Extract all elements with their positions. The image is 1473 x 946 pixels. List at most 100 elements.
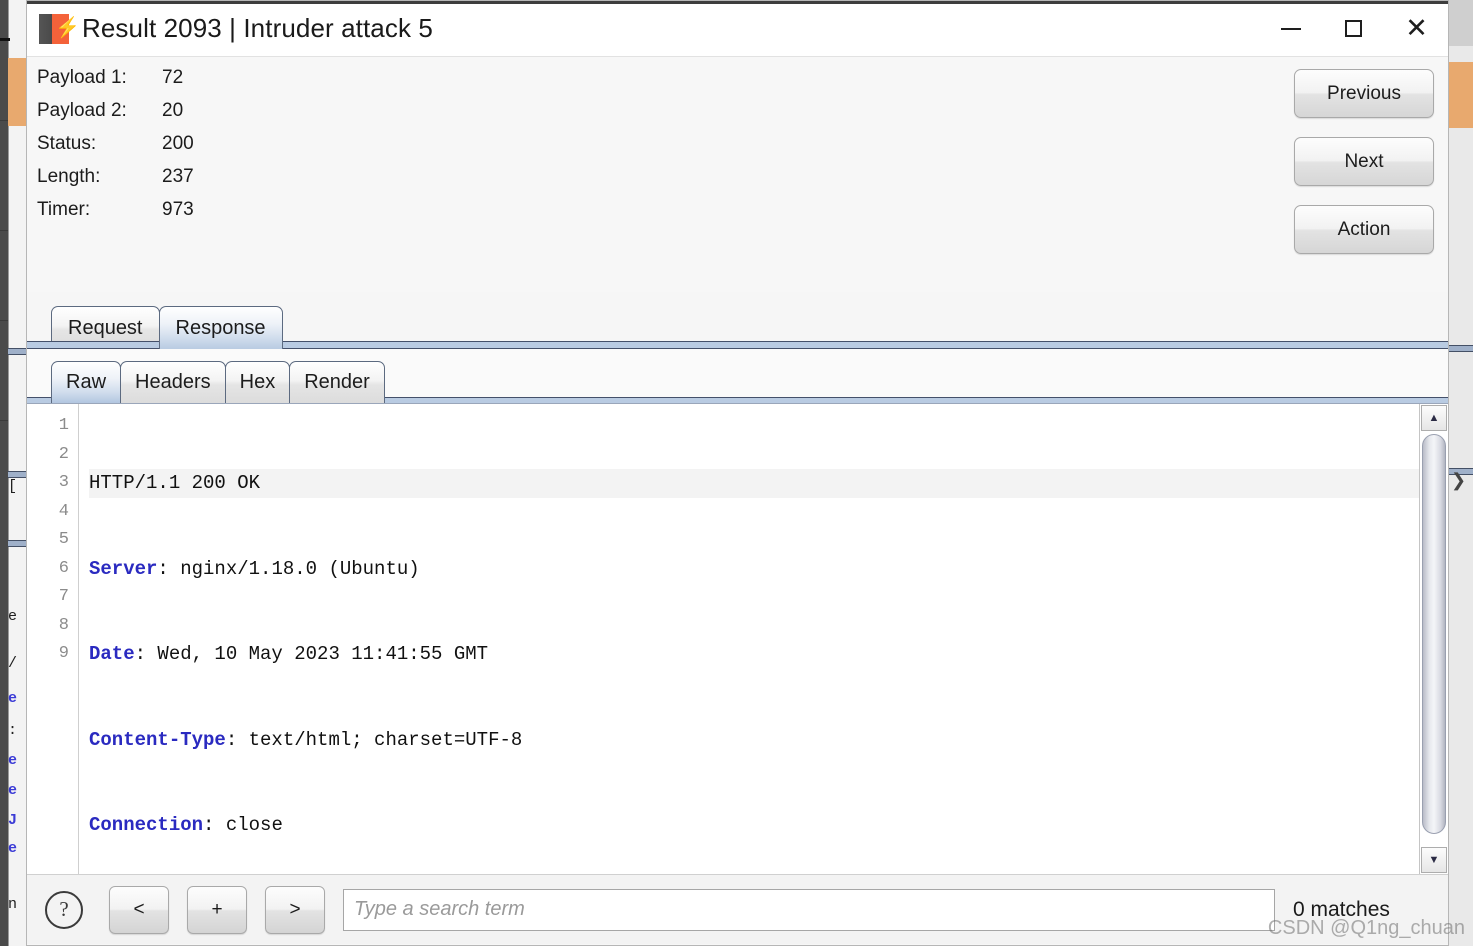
- scroll-down-button[interactable]: ▼: [1421, 847, 1447, 873]
- info-label: Status:: [37, 133, 97, 154]
- line-number: 2: [58, 444, 69, 464]
- window-controls: ✕: [1259, 1, 1448, 56]
- view-tab-strip: Raw Headers Hex Render: [27, 349, 1448, 403]
- title-bar-top-border: [27, 1, 1448, 4]
- background-dash: [0, 38, 10, 41]
- code-line-connection: Connection: close: [89, 811, 1419, 840]
- info-value: 20: [162, 100, 184, 121]
- line-number: 8: [58, 615, 69, 635]
- background-tabline: [8, 471, 26, 478]
- header-value: : Wed, 10 May 2023 11:41:55 GMT: [134, 643, 489, 665]
- background-right-titlebar: [1449, 0, 1473, 46]
- info-label: Payload 1:: [37, 67, 127, 88]
- background-right-tabline: [1449, 345, 1473, 352]
- line-number: 5: [58, 530, 69, 549]
- background-text: e: [8, 840, 18, 857]
- result-info-table: Payload 1: 72 Payload 2: 20 Status: 200 …: [37, 67, 194, 232]
- previous-match-button[interactable]: <: [109, 885, 169, 934]
- background-right-arrow-icon: ❯: [1451, 470, 1467, 490]
- close-icon: ✕: [1405, 13, 1428, 44]
- background-text: e: [8, 752, 18, 769]
- line-number: 6: [58, 558, 69, 578]
- line-number: 4: [58, 501, 69, 521]
- tab-hex[interactable]: Hex: [224, 361, 291, 403]
- status-line-text: HTTP/1.1 200 OK: [89, 472, 261, 494]
- background-divider: [0, 420, 8, 421]
- code-line-server: Server: nginx/1.18.0 (Ubuntu): [89, 555, 1419, 584]
- next-match-button[interactable]: >: [265, 885, 325, 934]
- background-text: e: [8, 690, 18, 707]
- intruder-result-window: ⚡ Result 2093 | Intruder attack 5 ✕ Payl…: [26, 0, 1449, 946]
- background-divider: [0, 120, 8, 121]
- background-text: :: [8, 722, 18, 739]
- line-number: 9: [58, 644, 69, 663]
- info-value: 973: [162, 199, 194, 220]
- info-label: Length:: [37, 166, 101, 187]
- lightning-bolt-icon: ⚡: [55, 16, 80, 39]
- line-number: 7: [58, 587, 69, 606]
- info-row-payload1: Payload 1: 72: [37, 67, 194, 100]
- background-text: e: [8, 782, 18, 799]
- code-line-date: Date: Wed, 10 May 2023 11:41:55 GMT: [89, 640, 1419, 669]
- tab-headers[interactable]: Headers: [120, 361, 226, 403]
- search-input[interactable]: Type a search term: [343, 888, 1275, 931]
- maximize-button[interactable]: [1322, 1, 1385, 56]
- info-value: 72: [162, 67, 184, 88]
- burp-icon-left-half: [39, 13, 52, 44]
- background-text: /: [8, 655, 18, 672]
- tab-response[interactable]: Response: [158, 306, 283, 349]
- screenshot-root: [ e / e : e e J e n ❯ ⚡ Result 2093 | In…: [0, 0, 1473, 946]
- minimize-button[interactable]: [1259, 1, 1322, 56]
- background-text: n: [8, 896, 18, 913]
- line-number: 3: [58, 473, 69, 492]
- info-label: Timer:: [37, 199, 91, 220]
- background-right-orange: [1449, 62, 1473, 128]
- minimize-icon: [1280, 27, 1301, 30]
- background-text: e: [8, 608, 18, 625]
- title-bar: ⚡ Result 2093 | Intruder attack 5 ✕: [27, 1, 1448, 57]
- header-name: Connection: [89, 814, 204, 836]
- code-line-status: HTTP/1.1 200 OK: [89, 469, 1419, 498]
- background-text: J: [8, 812, 18, 829]
- burp-suite-icon: ⚡: [39, 13, 80, 44]
- header-name: Server: [89, 557, 158, 580]
- background-divider: [0, 320, 8, 321]
- tab-render[interactable]: Render: [289, 361, 385, 403]
- next-button[interactable]: Next: [1294, 137, 1434, 186]
- info-label: Payload 2:: [37, 100, 127, 121]
- match-count-label: 0 matches: [1293, 897, 1390, 921]
- help-icon[interactable]: ?: [45, 890, 83, 929]
- background-tabline: [8, 348, 26, 355]
- info-row-status: Status: 200: [37, 133, 194, 166]
- scroll-up-button[interactable]: ▲: [1421, 405, 1447, 431]
- background-tabline: [8, 540, 26, 547]
- header-name: Content-Type: [89, 728, 226, 751]
- info-row-payload2: Payload 2: 20: [37, 100, 194, 133]
- add-search-button[interactable]: +: [187, 885, 247, 934]
- header-name: Date: [89, 643, 135, 665]
- window-title: Result 2093 | Intruder attack 5: [82, 13, 433, 43]
- code-line-content-type: Content-Type: text/html; charset=UTF-8: [89, 726, 1419, 755]
- line-number: 1: [58, 416, 69, 435]
- header-value: : close: [203, 814, 283, 836]
- scrollbar-thumb[interactable]: [1422, 434, 1446, 834]
- info-row-length: Length: 237: [37, 166, 194, 199]
- header-value: : text/html; charset=UTF-8: [225, 728, 523, 751]
- background-orange-strip: [8, 58, 26, 126]
- background-window-right: ❯: [1448, 0, 1473, 946]
- response-text[interactable]: HTTP/1.1 200 OK Server: nginx/1.18.0 (Ub…: [79, 404, 1419, 874]
- message-tab-strip: Request Response: [27, 292, 1448, 349]
- tab-raw[interactable]: Raw: [51, 361, 122, 403]
- maximize-icon: [1345, 20, 1362, 37]
- editor-vertical-scrollbar[interactable]: ▲ ▼: [1419, 404, 1448, 874]
- previous-button[interactable]: Previous: [1294, 69, 1434, 118]
- response-editor: 1 2 3 4 5 6 7 8 9 HTTP/1.1 200 OK Server…: [27, 403, 1448, 874]
- info-row-timer: Timer: 973: [37, 199, 194, 232]
- search-toolbar: ? < + > Type a search term 0 matches: [27, 874, 1448, 944]
- background-text: [: [8, 478, 18, 495]
- burp-icon-right-half: ⚡: [52, 13, 80, 44]
- info-value: 200: [162, 133, 194, 154]
- action-button[interactable]: Action: [1294, 205, 1434, 254]
- result-info-panel: Payload 1: 72 Payload 2: 20 Status: 200 …: [27, 57, 1448, 292]
- close-button[interactable]: ✕: [1385, 1, 1448, 56]
